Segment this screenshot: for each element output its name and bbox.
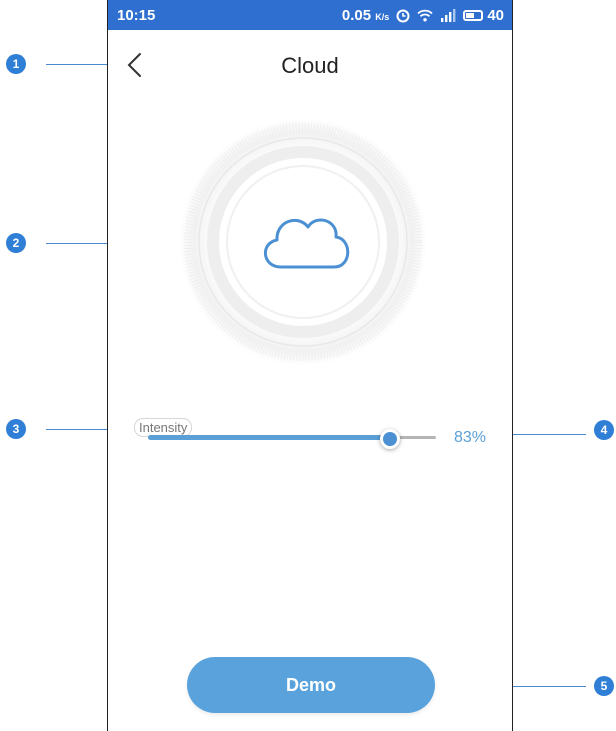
status-bar: 10:15 0.05 K/s 40 <box>108 0 512 30</box>
battery-level: 40 <box>487 7 504 24</box>
demo-button[interactable]: Demo <box>187 657 435 713</box>
network-speed: 0.05 K/s <box>341 7 390 24</box>
status-icons: 0.05 K/s 40 <box>342 7 504 24</box>
effect-dial <box>178 117 428 367</box>
intensity-slider[interactable] <box>148 429 436 449</box>
callout-badge-2: 2 <box>6 233 26 253</box>
alarm-icon <box>396 9 410 23</box>
callout-badge-5: 5 <box>594 676 614 696</box>
status-time: 10:15 <box>117 7 156 24</box>
wifi-icon <box>417 9 433 22</box>
intensity-value: 83% <box>454 429 487 446</box>
callout-badge-1: 1 <box>6 54 26 74</box>
page-title: Cloud <box>281 53 339 78</box>
phone-screen: 10:15 0.05 K/s 40 Cloud Intensity 83% De… <box>107 0 513 731</box>
callout-badge-3: 3 <box>6 419 26 439</box>
slider-fill <box>148 435 388 440</box>
slider-thumb[interactable] <box>380 429 401 449</box>
callout-line-1 <box>46 64 114 65</box>
battery-icon: 40 <box>463 7 504 24</box>
signal-icon <box>440 9 456 22</box>
callout-badge-4: 4 <box>594 420 614 440</box>
